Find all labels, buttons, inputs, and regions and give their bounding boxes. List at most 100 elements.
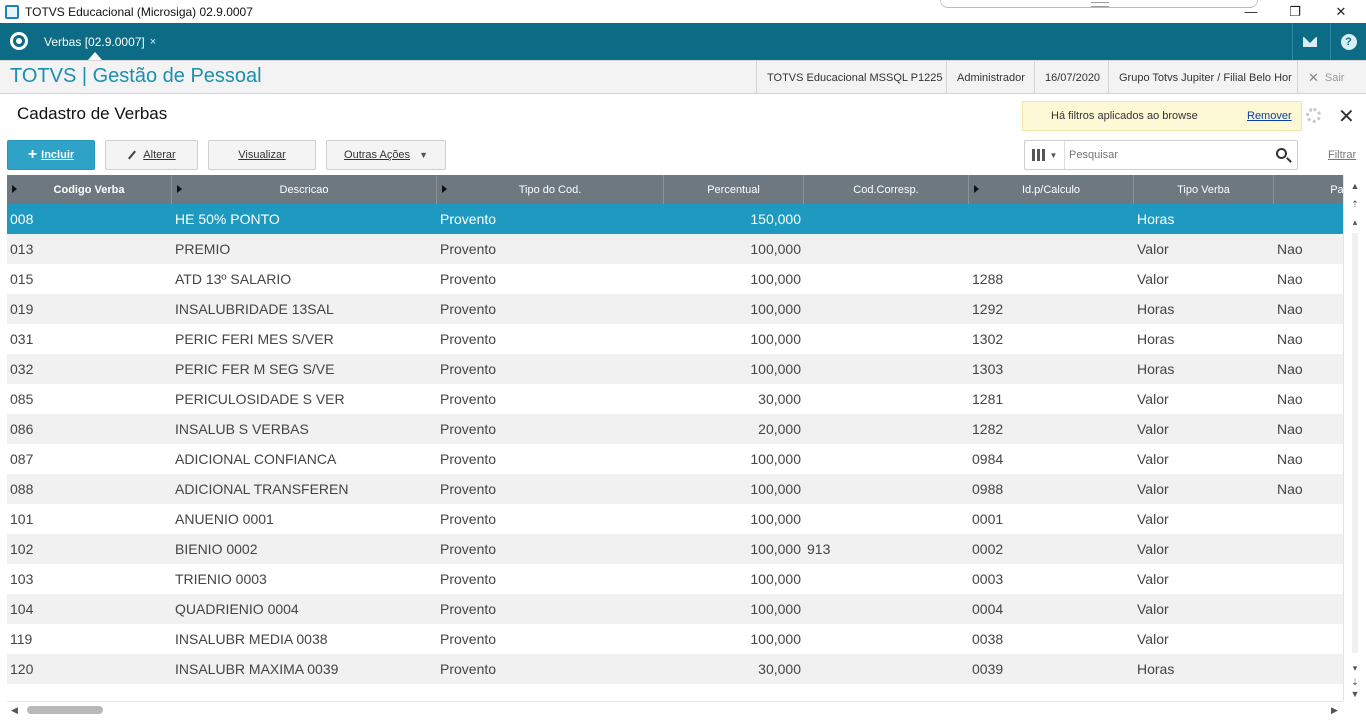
window-close-button[interactable]: ✕ <box>1318 0 1364 23</box>
drag-handle[interactable] <box>940 0 1258 8</box>
cell-id-calculo: 0988 <box>972 481 1004 497</box>
vertical-scrollbar[interactable]: ▲ ⇡ ▴ ▾ ⇣ ▼ <box>1343 175 1366 701</box>
cell-percentual: 100,000 <box>750 631 801 647</box>
cell-codigo: 019 <box>10 301 34 317</box>
cell-percentual: 100,000 <box>750 271 801 287</box>
table-row[interactable]: 119 INSALUBR MEDIA 0038 Provento 100,000 003… <box>7 624 1343 654</box>
cell-codigo: 013 <box>10 241 34 257</box>
cell-id-calculo: 0039 <box>972 661 1004 677</box>
table-row[interactable]: 015 ATD 13º SALARIO Provento 100,000 1288 Val… <box>7 264 1343 294</box>
cell-descricao: HE 50% PONTO <box>175 211 280 227</box>
environment-info: TOTVS Educacional MSSQL P1225 <box>756 61 952 94</box>
cell-percentual: 100,000 <box>750 241 801 257</box>
search-icon[interactable] <box>1276 148 1287 159</box>
cell-pag: Nao <box>1277 421 1303 437</box>
cell-cod-corresp <box>804 414 969 444</box>
grid-header: Codigo Verba Descricao Tipo do Cod. Perc… <box>7 175 1343 204</box>
vertical-scroll-track[interactable] <box>1352 233 1358 653</box>
table-row[interactable]: 031 PERIC FERI MES S/VER Provento 100,000 13… <box>7 324 1343 354</box>
gear-icon[interactable] <box>1306 108 1321 123</box>
cell-tipo-verba: Horas <box>1137 211 1175 227</box>
cell-tipo-cod: Provento <box>440 601 497 617</box>
table-row[interactable]: 013 PREMIO Provento 100,000 Valor Nao <box>7 234 1343 264</box>
cell-tipo-verba: Valor <box>1137 481 1169 497</box>
scroll-bottom-icon[interactable]: ▼ <box>1348 687 1362 701</box>
column-header-label: Id.p/Calculo <box>1021 183 1081 196</box>
cell-descricao: TRIENIO 0003 <box>175 571 267 587</box>
close-page-icon[interactable]: ✕ <box>1338 104 1355 129</box>
cell-percentual: 100,000 <box>750 571 801 587</box>
table-row[interactable]: 088 ADICIONAL TRANSFEREN Provento 100,000 09… <box>7 474 1343 504</box>
totvs-logo-icon[interactable] <box>10 32 28 50</box>
search-input[interactable] <box>1069 145 1269 165</box>
column-header-pag[interactable]: Pag <box>1274 175 1343 204</box>
column-header-id-calculo[interactable]: Id.p/Calculo <box>969 175 1134 204</box>
cell-codigo: 119 <box>10 631 33 647</box>
scroll-right-icon[interactable]: ▶ <box>1331 705 1338 716</box>
column-header-descricao[interactable]: Descricao <box>172 175 437 204</box>
table-row[interactable]: 101 ANUENIO 0001 Provento 100,000 0001 Valor <box>7 504 1343 534</box>
help-button[interactable]: ? <box>1330 23 1366 60</box>
minimize-button[interactable]: — <box>1228 0 1274 23</box>
cell-pag <box>1274 624 1343 654</box>
filter-link[interactable]: Filtrar <box>1328 149 1356 161</box>
tab-close-icon[interactable]: × <box>150 36 156 48</box>
table-row[interactable]: 103 TRIENIO 0003 Provento 100,000 0003 Valor <box>7 564 1343 594</box>
alter-button[interactable]: Alterar <box>105 140 198 170</box>
cell-id-calculo <box>969 204 1134 234</box>
table-row[interactable]: 086 INSALUB S VERBAS Provento 20,000 1282 Val… <box>7 414 1343 444</box>
table-row[interactable]: 104 QUADRIENIO 0004 Provento 100,000 0004 Val… <box>7 594 1343 624</box>
column-header-codigo[interactable]: Codigo Verba <box>7 175 172 204</box>
cell-tipo-cod: Provento <box>440 421 497 437</box>
view-button[interactable]: Visualizar <box>208 140 316 170</box>
cell-pag <box>1274 534 1343 564</box>
exit-icon: ✕ <box>1308 69 1319 85</box>
table-row[interactable]: 032 PERIC FER M SEG S/VE Provento 100,000 13… <box>7 354 1343 384</box>
cell-percentual: 30,000 <box>758 661 801 677</box>
table-row[interactable]: 120 INSALUBR MAXIMA 0039 Provento 30,000 003… <box>7 654 1343 684</box>
cell-codigo: 104 <box>10 601 34 617</box>
table-row[interactable]: 008 HE 50% PONTO Provento 150,000 Horas <box>7 204 1343 234</box>
mail-button[interactable] <box>1292 23 1326 60</box>
cell-tipo-cod: Provento <box>440 241 497 257</box>
exit-button[interactable]: ✕ Sair <box>1297 61 1354 94</box>
column-header-tipo-cod[interactable]: Tipo do Cod. <box>437 175 664 204</box>
cell-codigo: 008 <box>10 211 34 227</box>
table-row[interactable]: 085 PERICULOSIDADE S VER Provento 30,000 128… <box>7 384 1343 414</box>
maximize-button[interactable]: ❐ <box>1272 0 1318 23</box>
cell-tipo-cod: Provento <box>440 361 497 377</box>
cell-cod-corresp <box>804 654 969 684</box>
cell-tipo-verba: Valor <box>1137 391 1169 407</box>
scroll-left-icon[interactable]: ◀ <box>11 705 18 716</box>
include-button[interactable]: + Incluir <box>7 140 95 170</box>
cell-cod-corresp <box>804 444 969 474</box>
table-row[interactable]: 019 INSALUBRIDADE 13SAL Provento 100,000 129… <box>7 294 1343 324</box>
scroll-top-icon[interactable]: ▲ <box>1348 179 1362 193</box>
table-row[interactable]: 102 BIENIO 0002 Provento 100,000 913 0002 Valo… <box>7 534 1343 564</box>
cell-percentual: 100,000 <box>750 451 801 467</box>
horizontal-scroll-thumb[interactable] <box>27 706 103 714</box>
cell-cod-corresp <box>804 354 969 384</box>
table-row[interactable]: 087 ADICIONAL CONFIANCA Provento 100,000 098… <box>7 444 1343 474</box>
cell-tipo-cod: Provento <box>440 511 497 527</box>
tab-label: Verbas [02.9.0007] <box>44 34 145 49</box>
columns-selector[interactable]: ▼ <box>1025 141 1065 169</box>
other-actions-button[interactable]: Outras Ações ▼ <box>326 140 446 170</box>
scroll-up-icon[interactable]: ▴ <box>1348 215 1362 229</box>
cell-percentual: 100,000 <box>750 481 801 497</box>
cell-tipo-verba: Valor <box>1137 271 1169 287</box>
scroll-page-up-icon[interactable]: ⇡ <box>1348 197 1362 211</box>
column-header-tipo-verba[interactable]: Tipo Verba <box>1134 175 1274 204</box>
cell-id-calculo: 1292 <box>972 301 1004 317</box>
column-header-percentual[interactable]: Percentual <box>664 175 804 204</box>
scroll-down-icon[interactable]: ▾ <box>1348 661 1362 675</box>
cell-id-calculo: 1288 <box>972 271 1004 287</box>
expand-arrow-icon <box>442 185 447 193</box>
column-header-cod-corresp[interactable]: Cod.Corresp. <box>804 175 969 204</box>
cell-cod-corresp <box>804 504 969 534</box>
remove-filter-link[interactable]: Remover <box>1247 110 1292 122</box>
horizontal-scrollbar[interactable]: ◀ ▶ <box>7 701 1343 718</box>
exit-label: Sair <box>1324 71 1345 84</box>
cell-codigo: 103 <box>10 571 34 587</box>
cell-pag <box>1274 594 1343 624</box>
